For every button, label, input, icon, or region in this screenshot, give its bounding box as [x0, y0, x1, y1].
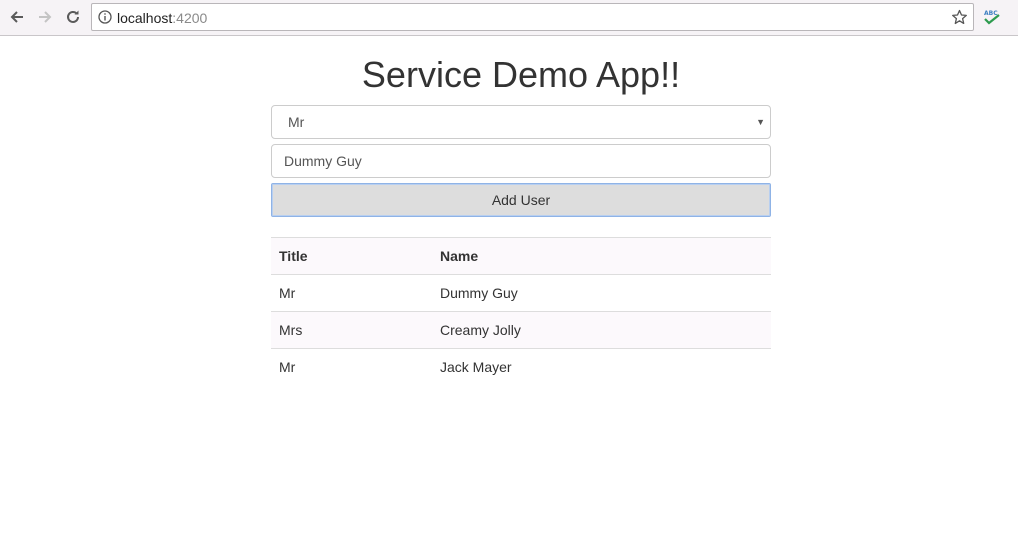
row-name-cell: Jack Mayer: [432, 348, 771, 386]
table-header-row: Title Name: [271, 237, 771, 275]
row-title-cell: Mr: [271, 274, 432, 312]
forward-button[interactable]: [34, 6, 56, 28]
reload-button[interactable]: [62, 6, 84, 28]
url-port: :4200: [172, 10, 208, 26]
column-header-name: Name: [432, 237, 771, 275]
add-user-button[interactable]: Add User: [271, 183, 771, 217]
table-row: Mrs Creamy Jolly: [271, 311, 771, 349]
forward-arrow-icon: [39, 11, 52, 23]
title-select[interactable]: Mr ▼: [271, 105, 771, 139]
info-icon[interactable]: [98, 10, 112, 24]
back-arrow-icon: [10, 11, 23, 23]
browser-toolbar: localhost:4200 ABC: [0, 0, 1018, 36]
row-name-cell: Dummy Guy: [432, 274, 771, 312]
table-row: Mr Jack Mayer: [271, 348, 771, 386]
back-button[interactable]: [6, 6, 28, 28]
title-select-value: Mr: [288, 114, 305, 130]
page-title: Service Demo App!!: [361, 54, 681, 95]
url-host: localhost: [117, 10, 173, 26]
bookmark-star-icon[interactable]: [951, 9, 968, 26]
address-bar[interactable]: localhost:4200: [91, 3, 974, 31]
reload-icon: [67, 10, 79, 23]
row-title-cell: Mr: [271, 348, 432, 386]
table-row: Mr Dummy Guy: [271, 274, 771, 312]
chevron-down-icon: ▼: [756, 117, 765, 127]
column-header-title: Title: [271, 237, 432, 275]
name-input[interactable]: [271, 144, 771, 178]
spellcheck-extension-icon[interactable]: ABC: [982, 8, 1002, 26]
row-name-cell: Creamy Jolly: [432, 311, 771, 349]
row-title-cell: Mrs: [271, 311, 432, 349]
address-url: localhost:4200: [117, 10, 207, 26]
users-table: Title Name Mr Dummy Guy Mrs Creamy Jolly…: [271, 237, 771, 386]
